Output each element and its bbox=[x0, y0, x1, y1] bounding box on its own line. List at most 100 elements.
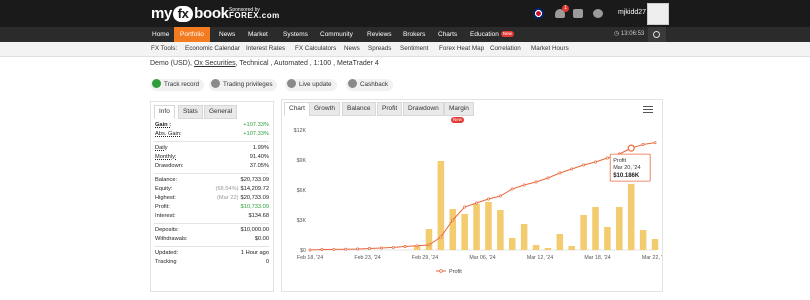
subnav-forex-heat-map[interactable]: Forex Heat Map bbox=[439, 42, 484, 56]
profit-bar bbox=[449, 209, 457, 250]
profit-point bbox=[332, 247, 336, 251]
chat-icon[interactable] bbox=[593, 9, 603, 18]
subnav-fx-calculators[interactable]: FX Calculators bbox=[295, 42, 336, 56]
clock-display: ◷ 13:06:53 bbox=[614, 31, 645, 37]
x-tick-label: Mar 22, '24 bbox=[642, 255, 662, 261]
avatar[interactable] bbox=[647, 3, 669, 25]
nav-item-brokers[interactable]: Brokers bbox=[399, 27, 429, 42]
language-flag-icon[interactable] bbox=[533, 8, 544, 19]
stat-row: Daily 1.99% bbox=[154, 144, 269, 153]
profit-bar bbox=[520, 224, 528, 250]
abs-gain-label[interactable]: Abs. Gain: bbox=[155, 130, 182, 139]
profit-point bbox=[439, 235, 443, 239]
chip-live-update[interactable]: Live update bbox=[285, 79, 337, 91]
profit-bar bbox=[556, 234, 564, 250]
tracking-label: Tracking bbox=[155, 259, 177, 265]
subnav-market-hours[interactable]: Market Hours bbox=[531, 42, 569, 56]
username[interactable]: mjkidd27 bbox=[618, 9, 646, 16]
check-icon bbox=[152, 79, 161, 88]
nav-item-education-label: Education bbox=[470, 31, 499, 38]
y-tick-label: $9K bbox=[297, 158, 307, 164]
nav-item-reviews[interactable]: Reviews bbox=[363, 27, 396, 42]
search-button[interactable] bbox=[648, 27, 666, 42]
tab-info[interactable]: Info bbox=[154, 105, 175, 119]
fx-tools-bar: FX Tools: Economic Calendar Interest Rat… bbox=[0, 42, 810, 57]
profit-point bbox=[427, 243, 431, 247]
profit-point bbox=[486, 197, 490, 201]
highest-date: (Mar 22) bbox=[217, 195, 239, 201]
chart-settings-icon[interactable] bbox=[643, 104, 653, 113]
chip-cashback[interactable]: Cashback bbox=[346, 79, 394, 91]
logo-text-my: my bbox=[151, 5, 173, 22]
deposits-label: Deposits: bbox=[155, 227, 179, 233]
profit-bar bbox=[568, 246, 575, 250]
x-tick-label: Feb 18, '24 bbox=[297, 255, 323, 261]
nav-item-charts[interactable]: Charts bbox=[434, 27, 461, 42]
profit-bar bbox=[627, 184, 635, 250]
stat-row: Tracking 0 bbox=[154, 258, 269, 267]
drawdown-value: 37.05% bbox=[249, 163, 269, 169]
equity-percent: (68.54%) bbox=[215, 186, 239, 192]
broker-link[interactable]: Ox Securities bbox=[194, 60, 236, 67]
tooltip-title: Profit bbox=[613, 158, 626, 164]
profit-point bbox=[463, 205, 467, 209]
y-tick-label: $6K bbox=[297, 188, 307, 194]
subnav-correlation[interactable]: Correlation bbox=[490, 42, 521, 56]
nav-item-education[interactable]: Education New bbox=[466, 27, 518, 42]
subnav-economic-calendar[interactable]: Economic Calendar bbox=[185, 42, 240, 56]
x-tick-label: Feb 29, '24 bbox=[412, 255, 438, 261]
stat-row: Interest: $134.68 bbox=[154, 212, 269, 221]
tab-balance[interactable]: Balance bbox=[342, 102, 376, 116]
stat-row: Monthly: 91.40% bbox=[154, 153, 269, 162]
stat-row: Profit: $10,733.09 bbox=[154, 203, 269, 212]
sponsor-block[interactable]: Sponsored by FOREX.com bbox=[229, 7, 280, 20]
tab-growth[interactable]: Growth bbox=[309, 102, 340, 116]
subnav-interest-rates[interactable]: Interest Rates bbox=[246, 42, 285, 56]
nav-item-market[interactable]: Market bbox=[244, 27, 272, 42]
profit-point bbox=[344, 247, 348, 251]
profit-bar bbox=[616, 207, 623, 250]
daily-label[interactable]: Daily bbox=[155, 144, 168, 153]
gain-label[interactable]: Gain : bbox=[155, 121, 171, 130]
profit-point bbox=[379, 246, 383, 250]
profit-point bbox=[320, 248, 324, 251]
fx-tools-label: FX Tools: bbox=[151, 45, 178, 52]
chip-cashback-label: Cashback bbox=[360, 81, 389, 88]
chip-track-record[interactable]: Track record bbox=[150, 79, 205, 91]
highest-label: Highest: bbox=[155, 195, 176, 201]
profit-point bbox=[605, 156, 609, 160]
subnav-sentiment[interactable]: Sentiment bbox=[400, 42, 428, 56]
nav-item-systems[interactable]: Systems bbox=[279, 27, 312, 42]
nav-item-community[interactable]: Community bbox=[316, 27, 357, 42]
profit-point bbox=[356, 247, 360, 251]
profit-point bbox=[546, 176, 550, 180]
tab-profit[interactable]: Profit bbox=[377, 102, 403, 116]
highest-value: $20,733.09 bbox=[240, 195, 269, 201]
tab-stats[interactable]: Stats bbox=[178, 105, 203, 119]
stat-row: Deposits: $10,000.00 bbox=[154, 226, 269, 235]
nav-item-portfolio[interactable]: Portfolio bbox=[174, 27, 210, 42]
x-tick-label: Mar 06, '24 bbox=[469, 255, 495, 261]
tab-general[interactable]: General bbox=[204, 105, 238, 119]
tab-drawdown[interactable]: Drawdown bbox=[403, 102, 444, 116]
subnav-spreads[interactable]: Spreads bbox=[368, 42, 391, 56]
account-type: Demo (USD), bbox=[150, 60, 193, 67]
monthly-label[interactable]: Monthly: bbox=[155, 153, 177, 162]
info-panel: Info Stats General Gain : +107.33% Abs. G… bbox=[150, 101, 274, 292]
top-bar: my fx book Sponsored by FOREX.com 1 mjkidd… bbox=[0, 0, 810, 27]
nav-item-home[interactable]: Home bbox=[148, 27, 173, 42]
equity-value: $14,209.72 bbox=[240, 186, 269, 192]
stat-row: Highest: (Mar 22) $20,733.09 bbox=[154, 194, 269, 203]
chip-trading-privileges[interactable]: Trading privileges bbox=[209, 79, 278, 91]
myfxbook-logo[interactable]: my fx book bbox=[151, 5, 229, 22]
abs-gain-value: +107.33% bbox=[243, 131, 269, 137]
divider bbox=[154, 141, 269, 142]
subnav-news[interactable]: News bbox=[344, 42, 360, 56]
daily-value: 1.99% bbox=[252, 145, 269, 151]
gain-value: +107.33% bbox=[243, 122, 269, 128]
tab-chart[interactable]: Chart bbox=[284, 102, 310, 116]
mail-icon[interactable] bbox=[573, 9, 583, 18]
nav-item-news[interactable]: News bbox=[215, 27, 239, 42]
tab-margin[interactable]: MarginNew bbox=[444, 102, 474, 123]
drawdown-label: Drawdown: bbox=[155, 163, 184, 169]
